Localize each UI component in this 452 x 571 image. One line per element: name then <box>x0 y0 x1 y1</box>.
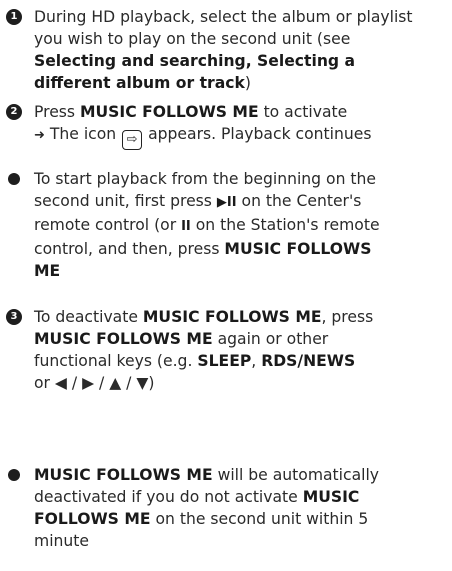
bullet-icon <box>8 469 20 481</box>
play-pause-icon: ▶II <box>216 195 237 210</box>
note-2-text: MUSIC FOLLOWS ME will be automatically d… <box>34 464 450 552</box>
navigation-keys-text: or ◀ / ▶ / ▲ / ▼) <box>34 374 155 392</box>
note-2-line-4: minute <box>34 532 89 550</box>
note-1-text: To start playback from the beginning on … <box>34 168 450 282</box>
step-1-line-3: Selecting and searching, Selecting a <box>34 52 356 70</box>
note-1-line-1: To start playback from the beginning on … <box>34 170 377 188</box>
step-3-text: To deactivate MUSIC FOLLOWS ME, press MU… <box>34 306 450 394</box>
pause-icon: II <box>181 219 191 234</box>
step-2-text: Press MUSIC FOLLOWS ME to activate ➜ The… <box>34 101 450 150</box>
note-1-line-3: remote control (or II on the Station's r… <box>34 216 380 234</box>
step-3-number-icon: 3 <box>6 309 22 325</box>
instruction-page: 1 During HD playback, select the album o… <box>0 0 452 571</box>
step-1-line-4: different album or track) <box>34 74 251 92</box>
step-1-text: During HD playback, select the album or … <box>34 6 450 94</box>
note-2-line-3: FOLLOWS ME on the second unit within 5 <box>34 510 369 528</box>
step-3-line-1: To deactivate MUSIC FOLLOWS ME, press <box>34 308 374 326</box>
bullet-icon <box>8 173 20 185</box>
note-2-line-2: deactivated if you do not activate MUSIC <box>34 488 360 506</box>
result-arrow-icon: ➜ <box>34 128 45 143</box>
step-1-number-icon: 1 <box>6 9 22 25</box>
step-1-line-2: you wish to play on the second unit (see <box>34 30 351 48</box>
note-1-line-4: control, and then, press MUSIC FOLLOWS <box>34 240 372 258</box>
step-2-number-icon: 2 <box>6 104 22 120</box>
step-2-line-1: Press MUSIC FOLLOWS ME to activate <box>34 103 348 121</box>
step-2-line-2: ➜ The icon ⇨ appears. Playback continues <box>34 123 450 150</box>
step-3-line-4: or ◀ / ▶ / ▲ / ▼) <box>34 372 450 394</box>
note-1-line-5: ME <box>34 262 61 280</box>
note-1-line-2: second unit, first press ▶II on the Cent… <box>34 192 362 210</box>
note-2-line-1: MUSIC FOLLOWS ME will be automatically <box>34 466 380 484</box>
step-3-line-2: MUSIC FOLLOWS ME again or other <box>34 330 329 348</box>
music-follows-me-icon: ⇨ <box>122 130 143 150</box>
step-3-line-3: functional keys (e.g. SLEEP, RDS/NEWS <box>34 352 356 370</box>
step-1-line-1: During HD playback, select the album or … <box>34 8 413 26</box>
